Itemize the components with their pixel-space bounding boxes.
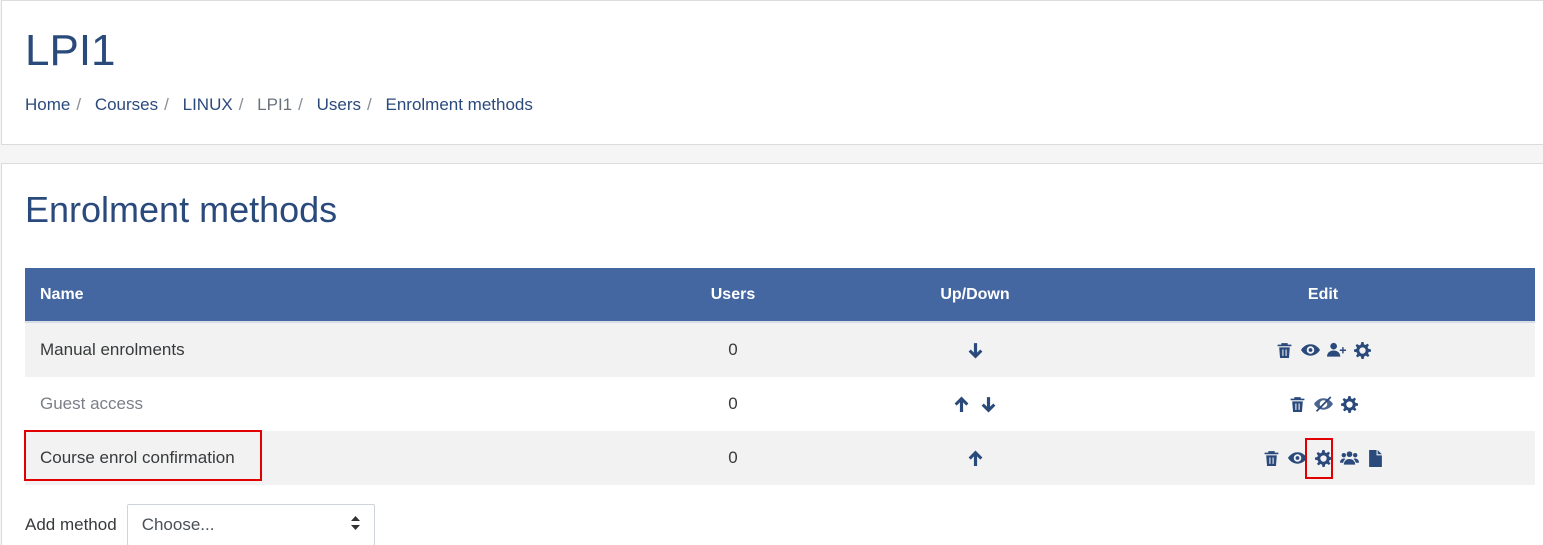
eye-icon[interactable] [1300,341,1320,360]
add-method-label: Add method [25,515,117,534]
arrow-up-icon[interactable] [966,449,985,468]
user-plus-icon[interactable] [1326,341,1346,360]
edit-controls [1223,377,1423,431]
table-row: Manual enrolments 0 [25,323,1535,377]
trash-icon[interactable] [1275,341,1294,360]
breadcrumb-separator: / [298,95,303,114]
breadcrumb-category[interactable]: LINUX [183,95,233,114]
users-count: 0 [728,394,738,413]
method-name: Manual enrolments [40,340,185,359]
eye-slash-icon[interactable] [1313,395,1333,414]
table-row: Guest access 0 [25,377,1535,431]
breadcrumb-separator: / [367,95,372,114]
breadcrumb: Home / Courses / LINUX / LPI1 / Users / Enrol… [25,94,533,116]
gear-icon[interactable] [1353,341,1372,360]
page-header: LPI1 Home / Courses / LINUX / LPI1 / Users / … [1,0,1543,145]
header-users[interactable]: Users [633,268,833,321]
gear-icon[interactable] [1340,395,1359,414]
header-name[interactable]: Name [40,268,84,321]
select-arrows-icon [350,515,360,535]
breadcrumb-separator: / [76,95,82,114]
page-title: Enrolment methods [25,189,338,230]
breadcrumb-current[interactable]: Enrolment methods [385,95,532,114]
add-method-select[interactable]: Choose... [126,504,375,545]
arrow-down-icon[interactable] [979,395,998,414]
highlight-settings-gear [1305,438,1333,479]
eye-icon[interactable] [1287,449,1307,468]
add-method-row: Add method Choose... [25,504,375,545]
arrow-up-icon[interactable] [952,395,971,414]
users-count: 0 [728,340,738,359]
edit-controls [1223,323,1423,377]
breadcrumb-separator: / [238,95,244,114]
table-header: Name Users Up/Down Edit [25,268,1535,323]
highlight-course-enrol-confirmation [24,430,262,481]
file-icon[interactable] [1366,449,1385,468]
trash-icon[interactable] [1262,449,1281,468]
method-name: Guest access [40,394,143,413]
course-title: LPI1 [25,26,116,75]
arrow-down-icon[interactable] [966,341,985,360]
breadcrumb-course[interactable]: LPI1 [257,95,292,114]
breadcrumb-separator: / [164,95,169,114]
breadcrumb-home[interactable]: Home [25,95,70,114]
users-icon[interactable] [1339,449,1359,468]
trash-icon[interactable] [1288,395,1307,414]
header-edit: Edit [1307,285,1339,303]
header-updown: Up/Down [940,285,1010,303]
updown-controls [875,431,1075,485]
breadcrumb-courses[interactable]: Courses [95,95,158,114]
main-content: Enrolment methods Name Users Up/Down Edi… [1,163,1543,545]
add-method-selected: Choose... [141,515,215,534]
updown-controls [875,377,1075,431]
updown-controls [875,323,1075,377]
breadcrumb-users[interactable]: Users [317,95,361,114]
users-count: 0 [728,448,738,467]
